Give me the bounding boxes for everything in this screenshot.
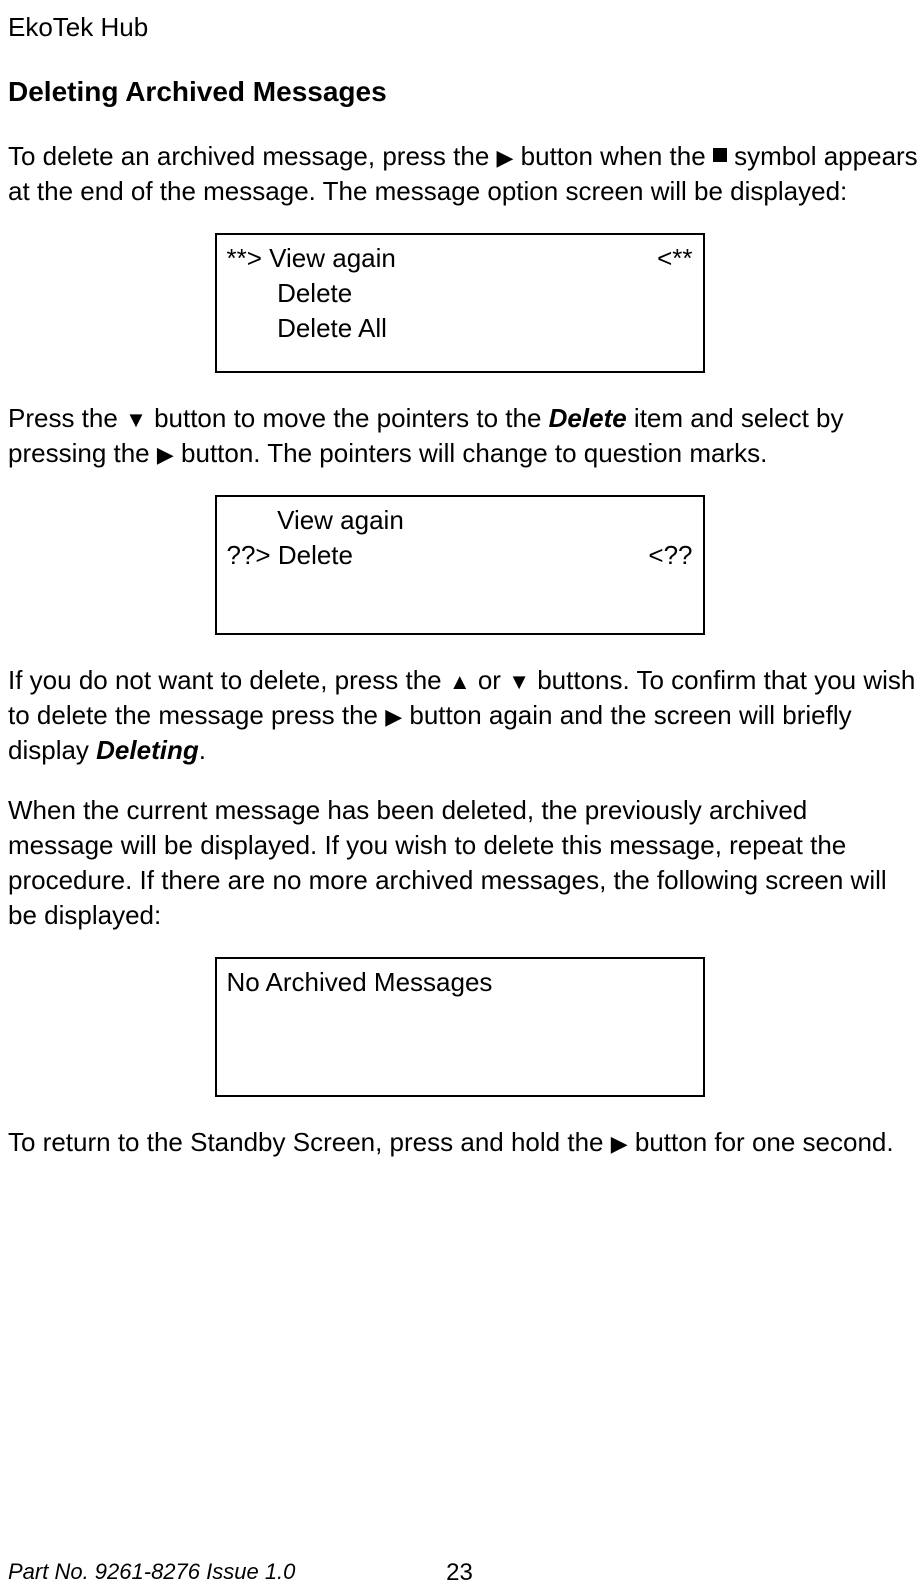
page-number: 23: [446, 1557, 473, 1589]
paragraph-4: When the current message has been delete…: [0, 793, 919, 933]
screen2-row2-right: <??: [648, 538, 692, 573]
p2-text-b: button to move the pointers to the: [147, 403, 549, 433]
down-triangle-icon: ▼: [125, 405, 147, 435]
right-triangle-icon: ▶: [611, 1129, 628, 1159]
p3-text-a: If you do not want to delete, press the: [8, 665, 449, 695]
delete-emphasis: Delete: [549, 403, 627, 433]
screen-display-1: **> View again <** Delete Delete All: [215, 233, 705, 373]
p1-text-b: button when the: [513, 141, 712, 171]
deleting-emphasis: Deleting: [96, 735, 199, 765]
paragraph-5: To return to the Standby Screen, press a…: [0, 1125, 919, 1160]
screen1-row2-text: Delete: [227, 276, 353, 311]
right-triangle-icon: ▶: [497, 143, 514, 173]
screen1-row1-left: **> View again: [227, 241, 396, 276]
screen1-row3-text: Delete All: [227, 311, 387, 346]
screen1-row1-right: <**: [657, 241, 692, 276]
screen2-row1: View again: [227, 503, 693, 538]
screen3-row1-text: No Archived Messages: [227, 965, 493, 1000]
page-footer: Part No. 9261-8276 Issue 1.0 23: [8, 1557, 911, 1587]
section-title: Deleting Archived Messages: [0, 73, 919, 111]
screen1-row3: Delete All: [227, 311, 693, 346]
p5-text-a: To return to the Standby Screen, press a…: [8, 1127, 611, 1157]
screen-display-2: View again ??> Delete <??: [215, 495, 705, 635]
screen-display-3: No Archived Messages: [215, 957, 705, 1097]
right-triangle-icon: ▶: [385, 702, 402, 732]
paragraph-2: Press the ▼ button to move the pointers …: [0, 401, 919, 471]
screen3-row1: No Archived Messages: [227, 965, 693, 1000]
screen1-row2: Delete: [227, 276, 693, 311]
screen2-row2: ??> Delete <??: [227, 538, 693, 573]
screen1-row1: **> View again <**: [227, 241, 693, 276]
p3-text-e: .: [199, 735, 206, 765]
p3-text-b: or: [471, 665, 509, 695]
document-header: EkoTek Hub: [0, 10, 919, 45]
paragraph-1: To delete an archived message, press the…: [0, 139, 919, 209]
right-triangle-icon: ▶: [157, 440, 174, 470]
up-triangle-icon: ▲: [449, 667, 471, 697]
down-triangle-icon: ▼: [508, 667, 530, 697]
footer-part-no: Part No. 9261-8276 Issue 1.0: [8, 1557, 295, 1587]
square-icon: [713, 148, 727, 162]
screen2-row2-left: ??> Delete: [227, 538, 353, 573]
p5-text-b: button for one second.: [628, 1127, 894, 1157]
screen2-row1-text: View again: [227, 503, 404, 538]
p2-text-a: Press the: [8, 403, 125, 433]
p1-text-a: To delete an archived message, press the: [8, 141, 497, 171]
paragraph-3: If you do not want to delete, press the …: [0, 663, 919, 768]
p2-text-d: button. The pointers will change to ques…: [174, 438, 768, 468]
